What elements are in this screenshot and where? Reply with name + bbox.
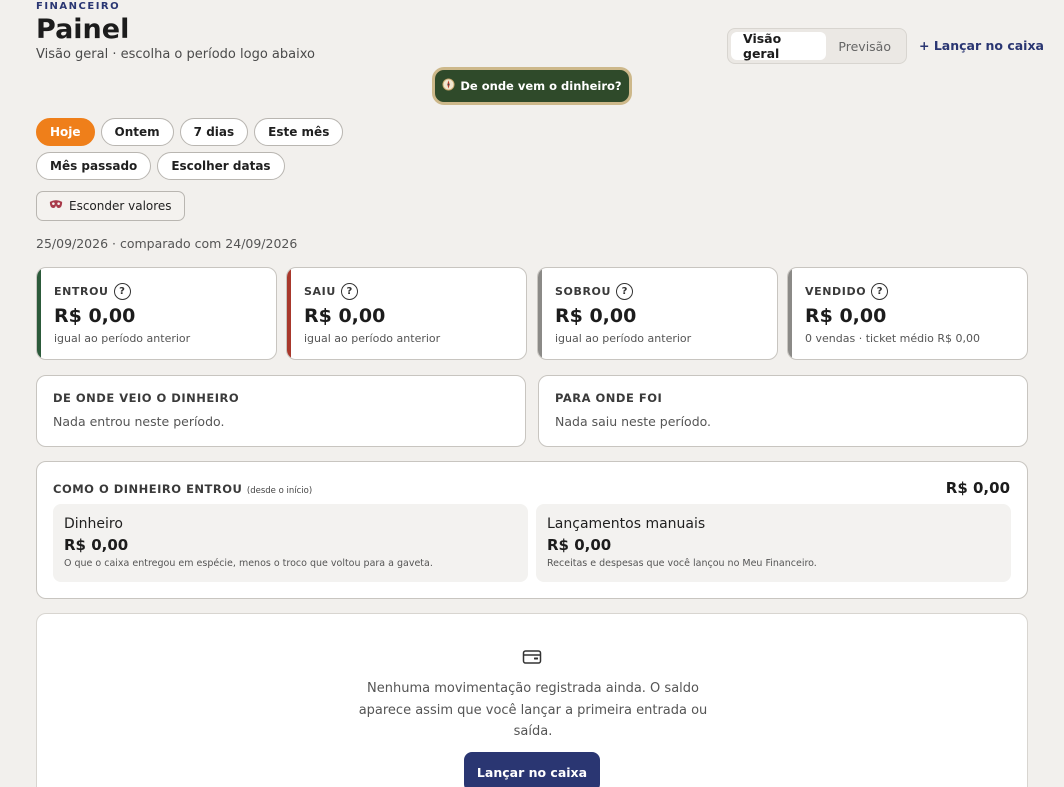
period-filter: Hoje Ontem 7 dias Este mês Mês passado E…	[36, 118, 456, 180]
money-origin-button[interactable]: De onde vem o dinheiro?	[432, 67, 632, 105]
kpi-label: SOBROU	[555, 285, 612, 298]
kpi-label: SAIU	[304, 285, 336, 298]
page-subtitle: Visão geral · escolha o período logo aba…	[36, 47, 315, 62]
hide-values-label: Esconder valores	[69, 199, 172, 213]
money-in-breakdown: COMO O DINHEIRO ENTROU (desde o início) …	[36, 461, 1028, 599]
kpi-label: ENTROU	[54, 285, 109, 298]
card-note: O que o caixa entregou em espécie, menos…	[64, 558, 433, 569]
breakdown-card-manual: Lançamentos manuais R$ 0,00 Receitas e d…	[536, 504, 1011, 582]
page-title: Painel	[36, 14, 130, 45]
section-total: R$ 0,00	[945, 479, 1010, 497]
hide-values-button[interactable]: Esconder valores	[36, 191, 185, 221]
help-icon[interactable]: ?	[113, 283, 131, 300]
breakdown-card-cash: Dinheiro R$ 0,00 O que o caixa entregou …	[53, 504, 528, 582]
view-toggle: Visão geral Previsão	[727, 28, 907, 64]
kpi-note: igual ao período anterior	[555, 332, 692, 345]
kpi-card-saiu: SAIU ? R$ 0,00 igual ao período anterior	[286, 267, 527, 360]
kpi-value: R$ 0,00	[304, 305, 386, 327]
kpi-value: R$ 0,00	[805, 305, 887, 327]
panel-title: DE ONDE VEIO O DINHEIRO	[53, 391, 240, 405]
mask-icon	[49, 199, 63, 213]
tab-visao-geral[interactable]: Visão geral	[731, 31, 827, 61]
add-cash-link[interactable]: + Lançar no caixa	[919, 38, 1044, 53]
kpi-label: VENDIDO	[805, 285, 867, 298]
kpi-note: 0 vendas · ticket médio R$ 0,00	[805, 332, 981, 345]
kpi-note: igual ao período anterior	[54, 332, 191, 345]
money-destination-panel: PARA ONDE FOI Nada saiu neste período.	[538, 375, 1028, 447]
compass-icon	[442, 78, 455, 94]
card-label: Lançamentos manuais	[547, 516, 706, 532]
money-source-panel: DE ONDE VEIO O DINHEIRO Nada entrou nest…	[36, 375, 526, 447]
period-today[interactable]: Hoje	[36, 118, 95, 146]
period-yesterday[interactable]: Ontem	[100, 118, 174, 146]
kpi-card-entrou: ENTROU ? R$ 0,00 igual ao período anteri…	[36, 267, 277, 360]
period-7-days[interactable]: 7 dias	[179, 118, 249, 146]
period-choose-dates[interactable]: Escolher datas	[157, 152, 285, 180]
help-icon[interactable]: ?	[871, 283, 889, 300]
card-value: R$ 0,00	[547, 536, 612, 554]
empty-state-panel: Nenhuma movimentação registrada ainda. O…	[36, 613, 1028, 787]
card-label: Dinheiro	[64, 516, 123, 532]
period-this-month[interactable]: Este mês	[254, 118, 344, 146]
comparison-text: 25/09/2026 · comparado com 24/09/2026	[36, 236, 298, 251]
add-cash-button[interactable]: Lançar no caixa	[464, 752, 600, 787]
panel-title: PARA ONDE FOI	[555, 391, 663, 405]
kpi-note: igual ao período anterior	[304, 332, 441, 345]
panel-empty-text: Nada saiu neste período.	[555, 414, 712, 429]
period-last-month[interactable]: Mês passado	[36, 152, 152, 180]
empty-state-text: Nenhuma movimentação registrada ainda. O…	[358, 681, 708, 739]
help-icon[interactable]: ?	[616, 283, 634, 300]
help-icon[interactable]: ?	[340, 283, 358, 300]
section-qualifier: (desde o início)	[246, 486, 313, 496]
section-title: COMO O DINHEIRO ENTROU	[53, 482, 243, 496]
panel-empty-text: Nada entrou neste período.	[53, 414, 225, 429]
wallet-icon	[522, 649, 542, 665]
kpi-value: R$ 0,00	[555, 305, 637, 327]
card-note: Receitas e despesas que você lançou no M…	[547, 558, 817, 569]
tab-previsao[interactable]: Previsão	[826, 32, 903, 60]
money-origin-label: De onde vem o dinheiro?	[460, 79, 622, 93]
eyebrow-label: FINANCEIRO	[36, 1, 121, 12]
kpi-card-sobrou: SOBROU ? R$ 0,00 igual ao período anteri…	[537, 267, 778, 360]
kpi-card-vendido: VENDIDO ? R$ 0,00 0 vendas · ticket médi…	[787, 267, 1028, 360]
card-value: R$ 0,00	[64, 536, 129, 554]
kpi-value: R$ 0,00	[54, 305, 136, 327]
